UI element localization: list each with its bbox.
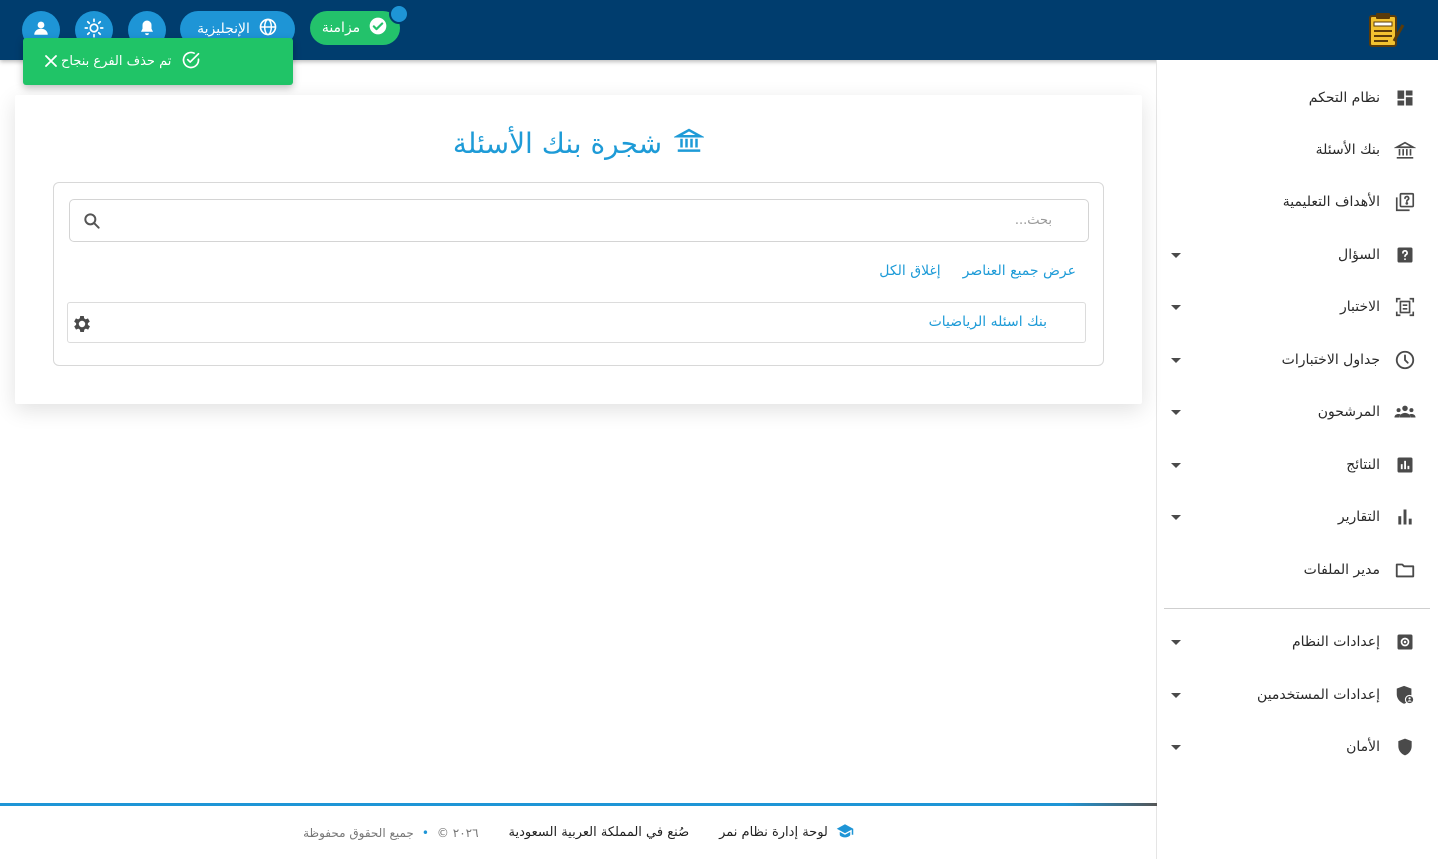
bank-icon bbox=[1394, 139, 1416, 161]
show-all-link[interactable]: عرض جميع العناصر bbox=[963, 263, 1076, 279]
sidebar-item-exam[interactable]: الاختبار bbox=[1166, 287, 1416, 327]
sidebar-item-label: النتائج bbox=[1346, 457, 1380, 473]
graduation-cap-icon bbox=[836, 822, 854, 844]
sidebar-item-label: إعدادات المستخدمين bbox=[1257, 687, 1380, 703]
chevron-down-icon[interactable] bbox=[1168, 634, 1184, 650]
sync-label: مزامنة bbox=[321, 20, 361, 36]
tree-node[interactable]: بنك اسئله الرياضيات bbox=[67, 302, 1086, 343]
sidebar-item-question-bank[interactable]: بنك الأسئلة bbox=[1166, 130, 1416, 170]
footer: لوحة إدارة نظام نمر صُنع في المملكة العر… bbox=[0, 806, 1157, 859]
sidebar-item-label: السؤال bbox=[1338, 247, 1380, 263]
gear-icon[interactable] bbox=[71, 313, 91, 333]
dashboard-icon bbox=[1394, 87, 1416, 109]
sidebar-item-user-settings[interactable]: إعدادات المستخدمين bbox=[1166, 675, 1416, 715]
people-icon bbox=[1394, 401, 1416, 423]
footer-copyright: © ٢٠٢٦ • جميع الحقوق محفوظة bbox=[303, 826, 478, 840]
app-logo[interactable] bbox=[1366, 11, 1406, 49]
check-circle-icon bbox=[368, 16, 388, 40]
bank-icon bbox=[673, 125, 706, 162]
search-icon[interactable] bbox=[82, 211, 102, 231]
tree-actions: عرض جميع العناصر إغلاق الكل bbox=[879, 263, 1076, 279]
footer-year: © ٢٠٢٦ bbox=[436, 825, 479, 840]
chevron-down-icon[interactable] bbox=[1168, 247, 1184, 263]
chevron-down-icon[interactable] bbox=[1168, 352, 1184, 368]
sidebar-item-label: المرشحون bbox=[1317, 404, 1380, 420]
chevron-down-icon[interactable] bbox=[1168, 404, 1184, 420]
sidebar: نظام التحكم بنك الأسئلة الأهداف التعليمي… bbox=[1156, 60, 1438, 859]
shield-icon bbox=[1394, 736, 1416, 758]
tree-panel: عرض جميع العناصر إغلاق الكل بنك اسئله ال… bbox=[53, 182, 1104, 366]
sidebar-divider bbox=[1164, 608, 1430, 609]
toast-close-button[interactable] bbox=[41, 52, 61, 72]
sidebar-item-label: إعدادات النظام bbox=[1291, 634, 1380, 650]
sidebar-item-security[interactable]: الأمان bbox=[1166, 727, 1416, 767]
sidebar-item-label: الأمان bbox=[1346, 739, 1380, 755]
success-toast: تم حذف الفرع بنجاح bbox=[23, 38, 293, 85]
footer-brand-text: لوحة إدارة نظام نمر bbox=[719, 825, 828, 840]
sidebar-item-label: نظام التحكم bbox=[1308, 90, 1380, 106]
collapse-all-link[interactable]: إغلاق الكل bbox=[879, 263, 940, 279]
question-bank-tree-card: شجرة بنك الأسئلة عرض جميع العناصر إغلاق … bbox=[15, 95, 1142, 404]
sidebar-item-label: بنك الأسئلة bbox=[1315, 142, 1380, 158]
sidebar-item-question[interactable]: السؤال bbox=[1166, 235, 1416, 275]
results-icon bbox=[1394, 454, 1416, 476]
chevron-down-icon[interactable] bbox=[1168, 457, 1184, 473]
sidebar-item-dashboard[interactable]: نظام التحكم bbox=[1166, 78, 1416, 118]
search-input[interactable] bbox=[70, 200, 1088, 241]
sidebar-item-candidates[interactable]: المرشحون bbox=[1166, 392, 1416, 432]
settings-icon bbox=[1394, 631, 1416, 653]
chevron-down-icon[interactable] bbox=[1168, 509, 1184, 525]
sidebar-item-reports[interactable]: التقارير bbox=[1166, 497, 1416, 537]
sidebar-item-results[interactable]: النتائج bbox=[1166, 445, 1416, 485]
exam-icon bbox=[1394, 296, 1416, 318]
language-label: الإنجليزية bbox=[197, 21, 250, 37]
footer-separator: • bbox=[421, 825, 429, 840]
question-icon bbox=[1394, 244, 1416, 266]
tree-node-label[interactable]: بنك اسئله الرياضيات bbox=[929, 314, 1047, 330]
bar-chart-icon bbox=[1394, 506, 1416, 528]
footer-brand: لوحة إدارة نظام نمر bbox=[719, 822, 854, 844]
sidebar-item-system-settings[interactable]: إعدادات النظام bbox=[1166, 622, 1416, 662]
close-icon bbox=[45, 52, 57, 71]
search-box bbox=[69, 199, 1089, 242]
sidebar-item-objectives[interactable]: الأهداف التعليمية bbox=[1166, 182, 1416, 222]
user-shield-icon bbox=[1394, 684, 1416, 706]
footer-made-in: صُنع في المملكة العربية السعودية bbox=[508, 825, 690, 840]
folder-icon bbox=[1394, 559, 1416, 581]
page-title-text: شجرة بنك الأسئلة bbox=[452, 127, 663, 160]
sidebar-item-label: التقارير bbox=[1337, 509, 1380, 525]
toast-message: تم حذف الفرع بنجاح bbox=[61, 54, 172, 69]
sidebar-item-file-manager[interactable]: مدير الملفات bbox=[1166, 550, 1416, 590]
sidebar-item-label: الأهداف التعليمية bbox=[1282, 194, 1380, 210]
sync-status-dot bbox=[389, 4, 409, 24]
check-circle-outline-icon bbox=[181, 50, 201, 74]
footer-rights: جميع الحقوق محفوظة bbox=[303, 825, 414, 840]
clock-icon bbox=[1394, 349, 1416, 371]
chevron-down-icon[interactable] bbox=[1168, 739, 1184, 755]
objectives-icon bbox=[1394, 191, 1416, 213]
chevron-down-icon[interactable] bbox=[1168, 299, 1184, 315]
sidebar-item-exam-schedules[interactable]: جداول الاختبارات bbox=[1166, 340, 1416, 380]
sync-button[interactable]: مزامنة bbox=[310, 11, 400, 45]
sidebar-item-label: مدير الملفات bbox=[1303, 562, 1380, 578]
page-title: شجرة بنك الأسئلة bbox=[15, 125, 1142, 162]
sidebar-item-label: الاختبار bbox=[1339, 299, 1380, 315]
sidebar-item-label: جداول الاختبارات bbox=[1281, 352, 1380, 368]
chevron-down-icon[interactable] bbox=[1168, 687, 1184, 703]
